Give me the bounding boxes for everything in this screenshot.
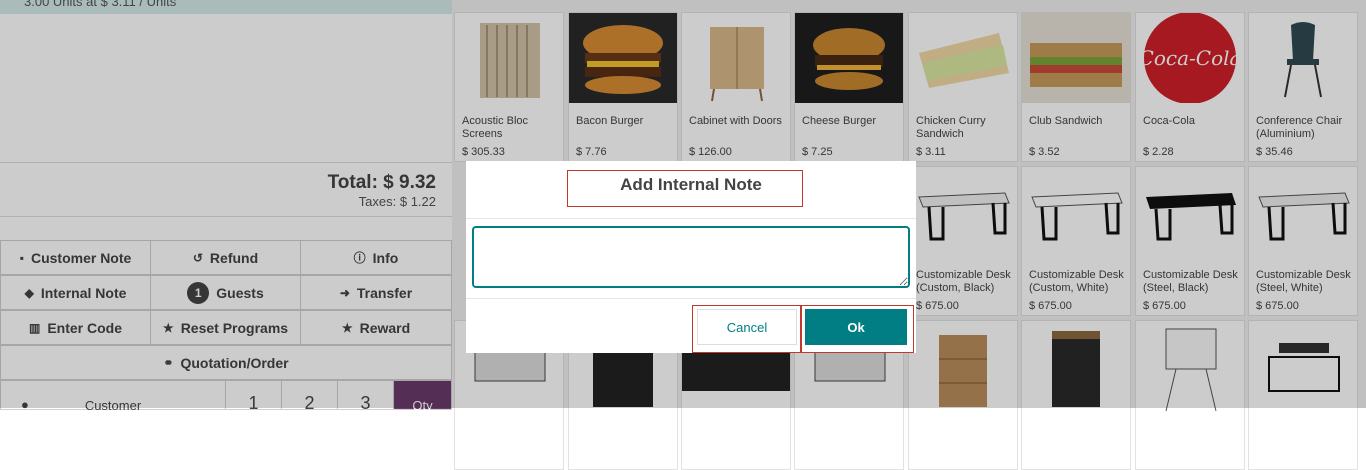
divider [466, 298, 916, 299]
internal-note-textarea[interactable] [472, 226, 910, 288]
divider [466, 218, 916, 219]
dialog-title: Add Internal Note [620, 175, 762, 194]
cancel-button[interactable]: Cancel [697, 309, 797, 345]
add-internal-note-dialog: Add Internal Note Cancel Ok [466, 161, 916, 353]
ok-button[interactable]: Ok [805, 309, 907, 345]
